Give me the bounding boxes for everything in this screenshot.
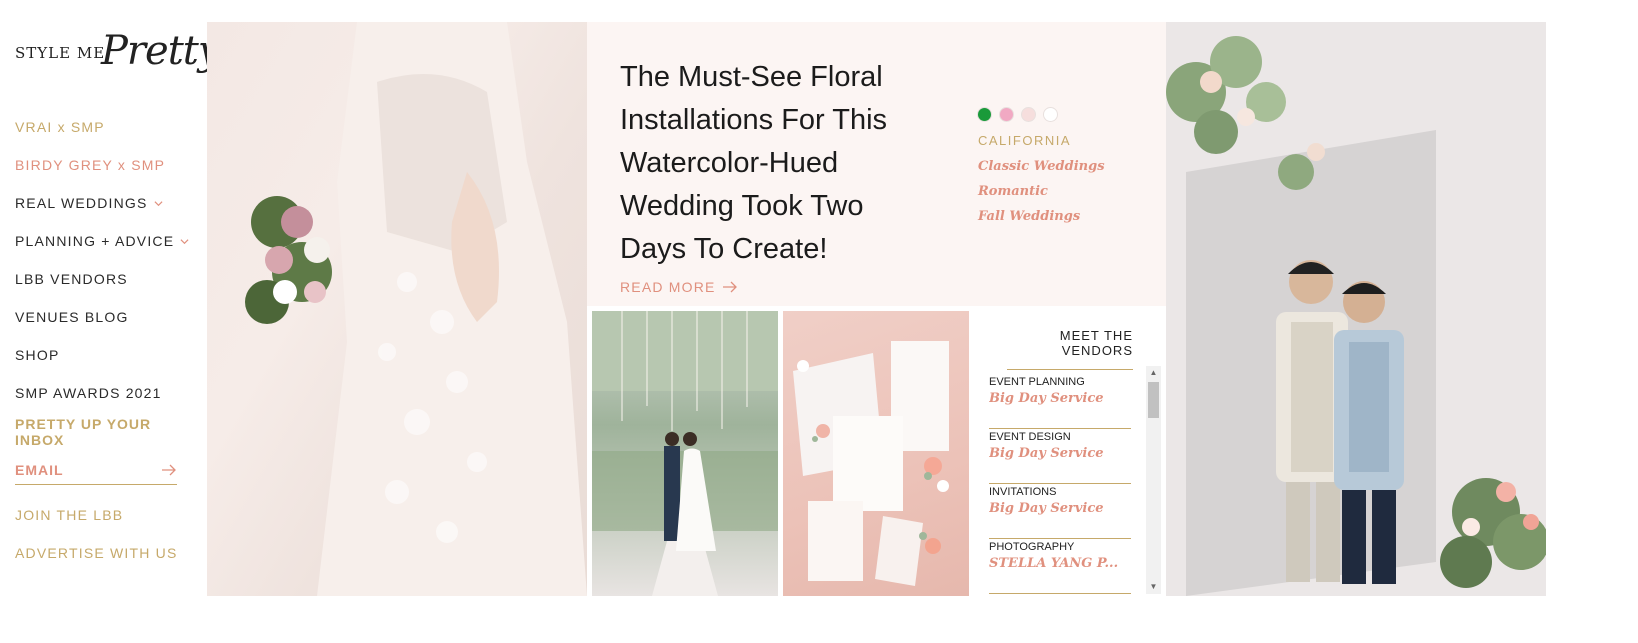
vendor-category: PHOTOGRAPHY [989, 541, 1075, 553]
email-field[interactable]: EMAIL [15, 462, 177, 485]
nav-item-shop[interactable]: SHOP [15, 336, 190, 374]
palette-dot[interactable] [1022, 108, 1035, 121]
vendor-link[interactable]: Big Day Service [989, 446, 1131, 461]
bride-illustration [245, 22, 587, 596]
nav-item-vrai[interactable]: VRAI x SMP [15, 108, 190, 146]
boys-photo[interactable] [1166, 22, 1546, 596]
vendor-link[interactable]: Big Day Service [989, 391, 1131, 406]
featured-article: The Must-See Floral Installations For Th… [587, 22, 1166, 306]
scrollbar-thumb[interactable] [1148, 382, 1159, 418]
logo-caps: STYLE ME [15, 44, 106, 62]
vendors-list[interactable]: EVENT PLANNING Big Day Service EVENT DES… [989, 374, 1131, 596]
nav-item-planning-advice[interactable]: PLANNING + ADVICE [15, 222, 190, 260]
newsletter-heading: PRETTY UP YOUR INBOX [15, 416, 152, 448]
nav-item-smp-awards[interactable]: SMP AWARDS 2021 [15, 374, 190, 412]
vendors-panel: MEET THE VENDORS EVENT PLANNING Big Day … [969, 306, 1166, 596]
secondary-nav: JOIN THE LBB ADVERTISE WITH US [15, 496, 178, 572]
nav-item-advertise[interactable]: ADVERTISE WITH US [15, 534, 178, 572]
email-placeholder[interactable]: EMAIL [15, 462, 64, 478]
vendors-scrollbar[interactable]: ▲ ▼ [1146, 366, 1161, 594]
scroll-up-icon[interactable]: ▲ [1146, 366, 1161, 380]
sidebar: STYLE ME Pretty VRAI x SMP BIRDY GREY x … [0, 0, 220, 643]
vendor-link[interactable]: STELLA YANG P... [989, 556, 1131, 571]
vendor-category: EVENT PLANNING [989, 376, 1085, 388]
logo-script: Pretty [101, 28, 220, 74]
vendor-category: INVITATIONS [989, 486, 1057, 498]
invitation-photo[interactable] [783, 311, 969, 596]
couple-photo[interactable] [592, 311, 778, 596]
arrow-right-icon [722, 281, 737, 293]
nav-item-lbb-vendors[interactable]: LBB VENDORS [15, 260, 190, 298]
location-link[interactable]: CALIFORNIA [978, 133, 1071, 148]
invitation-illustration [793, 341, 949, 586]
palette-dot[interactable] [978, 108, 991, 121]
nav-item-real-weddings[interactable]: REAL WEDDINGS [15, 184, 190, 222]
chevron-down-icon [154, 200, 163, 206]
couple-illustration [592, 311, 778, 596]
nav-item-venues-blog[interactable]: VENUES BLOG [15, 298, 190, 336]
article-tags: Classic Weddings Romantic Fall Weddings [978, 154, 1105, 229]
tag-link[interactable]: Classic Weddings [978, 154, 1105, 179]
bride-photo[interactable] [207, 22, 587, 596]
vendor-item: PHOTOGRAPHY STELLA YANG P... [989, 539, 1131, 594]
vendor-item: EVENT PLANNING Big Day Service [989, 374, 1131, 429]
vendor-link[interactable]: Big Day Service [989, 501, 1131, 516]
scroll-down-icon[interactable]: ▼ [1146, 580, 1161, 594]
vendors-heading: MEET THE VENDORS [1007, 328, 1133, 370]
boys-illustration [1166, 22, 1546, 596]
nav-item-join-lbb[interactable]: JOIN THE LBB [15, 496, 178, 534]
vendor-item: INVITATIONS Big Day Service [989, 484, 1131, 539]
color-palette [978, 108, 1057, 121]
chevron-down-icon [180, 238, 189, 244]
palette-dot[interactable] [1044, 108, 1057, 121]
vendor-item: EVENT DESIGN Big Day Service [989, 429, 1131, 484]
tag-link[interactable]: Romantic [978, 179, 1105, 204]
main-nav: VRAI x SMP BIRDY GREY x SMP REAL WEDDING… [15, 108, 190, 412]
palette-dot[interactable] [1000, 108, 1013, 121]
vendor-category: EVENT DESIGN [989, 431, 1071, 443]
arrow-right-icon[interactable] [161, 464, 177, 476]
newsletter-signup: PRETTY UP YOUR INBOX EMAIL [15, 416, 177, 485]
tag-link[interactable]: Fall Weddings [978, 204, 1105, 229]
article-title[interactable]: The Must-See Floral Installations For Th… [620, 56, 920, 271]
nav-item-birdy-grey[interactable]: BIRDY GREY x SMP [15, 146, 190, 184]
read-more-link[interactable]: READ MORE [620, 279, 738, 295]
site-logo[interactable]: STYLE ME Pretty [15, 28, 220, 85]
